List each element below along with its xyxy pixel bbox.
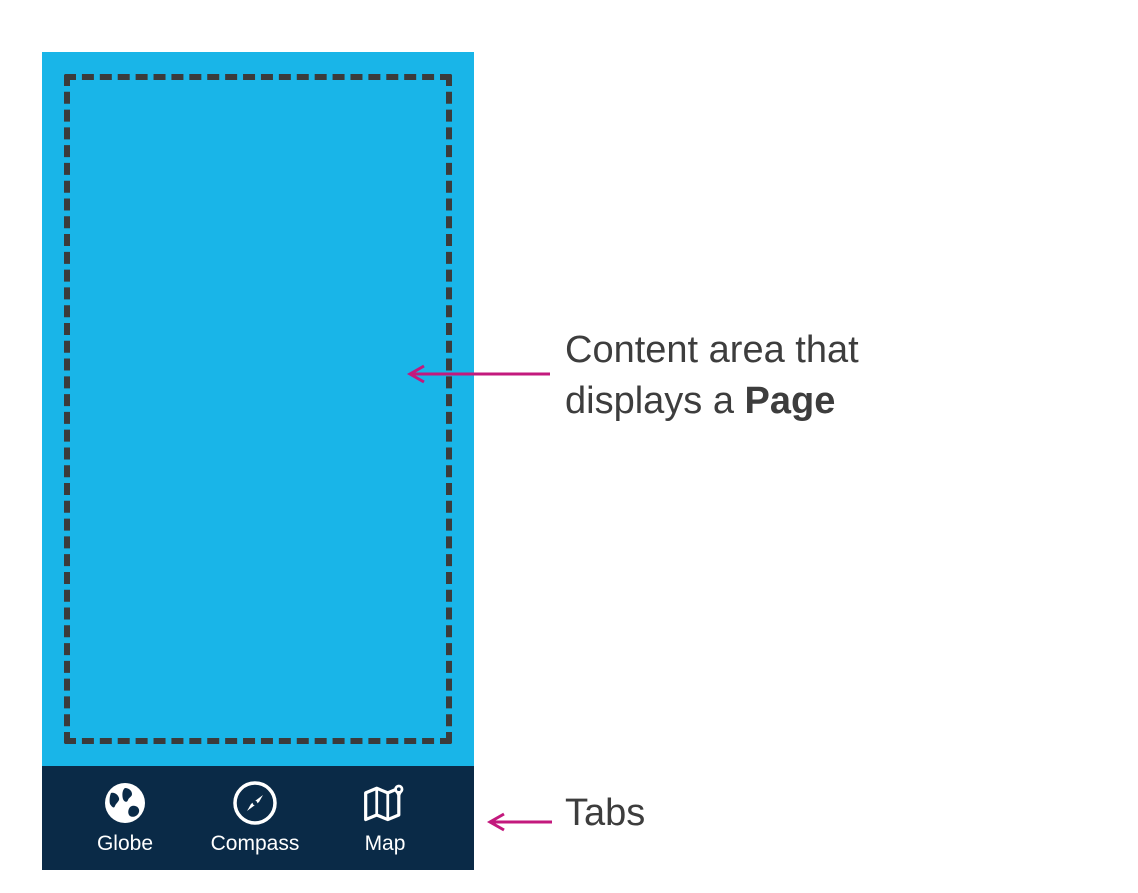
tab-compass[interactable]: Compass (190, 780, 320, 856)
annotation-content-area: Content area that displays a Page (565, 325, 1045, 428)
tab-globe[interactable]: Globe (60, 780, 190, 856)
tab-label-map: Map (365, 832, 406, 856)
phone-frame: Globe Compass (42, 52, 474, 870)
page-placeholder (64, 74, 452, 744)
compass-icon (232, 780, 278, 826)
annotation-content-line2b: Page (745, 380, 836, 422)
arrow-tabs (480, 812, 552, 832)
annotation-tabs: Tabs (565, 788, 645, 839)
annotation-tabs-text: Tabs (565, 792, 645, 834)
arrow-content (400, 364, 550, 384)
annotation-content-line1: Content area that (565, 329, 859, 371)
annotation-content-line2a: displays a (565, 380, 745, 422)
globe-icon (102, 780, 148, 826)
content-area (42, 52, 474, 766)
tab-bar: Globe Compass (42, 766, 474, 870)
map-icon (362, 780, 408, 826)
tab-label-compass: Compass (211, 832, 300, 856)
tab-label-globe: Globe (97, 832, 153, 856)
tab-map[interactable]: Map (320, 780, 450, 856)
